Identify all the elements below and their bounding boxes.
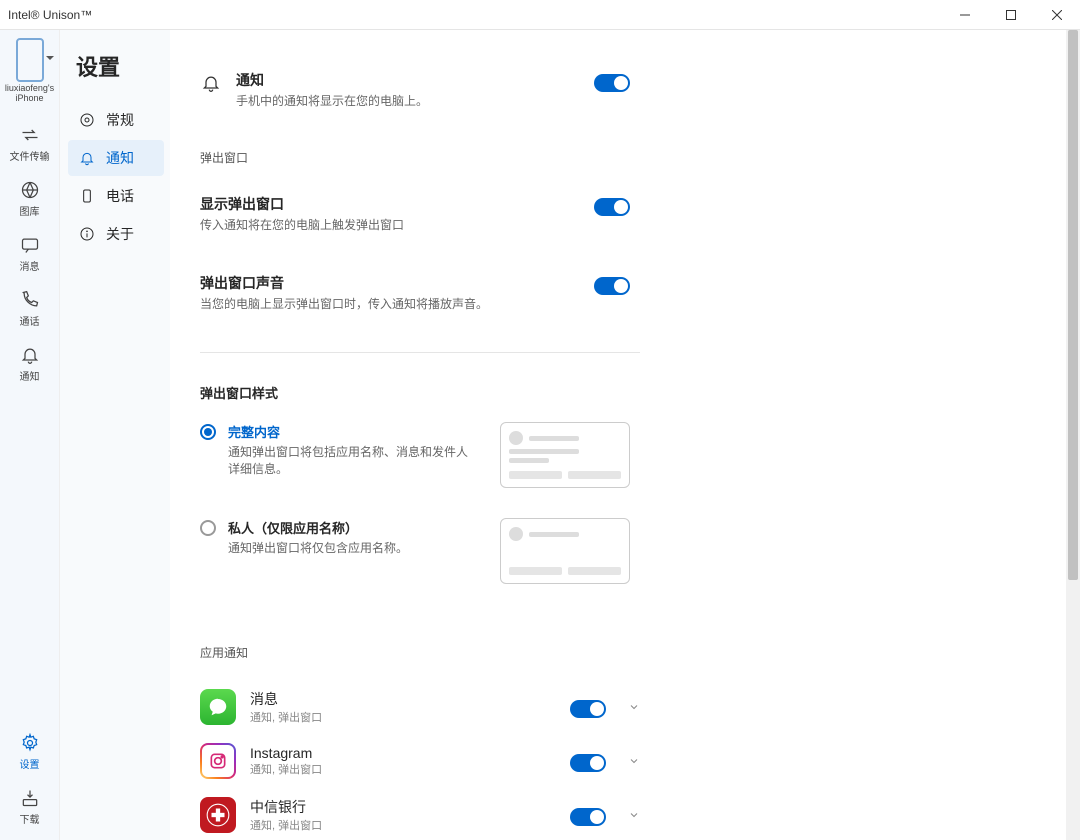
preview-private [500,518,630,584]
device-icon [78,187,96,205]
gear-icon [19,732,41,754]
radio-icon [200,520,216,536]
section-popup-style: 弹出窗口样式 [200,383,1080,402]
app-icon-citic [200,797,236,833]
close-button[interactable] [1034,0,1080,30]
setting-title: 通知 [236,70,580,90]
radio-desc: 通知弹出窗口将仅包含应用名称。 [228,539,468,556]
toggle-app-messages[interactable] [570,700,606,718]
content-pane: 通知 手机中的通知将显示在您的电脑上。 弹出窗口 显示弹出窗口 传入通知将在您的… [170,30,1080,840]
sub-item-label: 通知 [106,148,134,168]
bell-icon [19,344,41,366]
section-popup: 弹出窗口 [200,149,1080,166]
sub-item-label: 常规 [106,110,134,130]
sidebar-item-label: 通话 [20,313,40,328]
radio-desc: 通知弹出窗口将包括应用名称、消息和发件人详细信息。 [228,443,468,477]
sub-item-phone[interactable]: 电话 [68,178,164,214]
toggle-show-popup[interactable] [594,198,630,216]
app-name: 消息 [250,689,556,709]
aperture-icon [19,179,41,201]
scrollbar-vertical[interactable] [1066,30,1080,840]
sub-item-notifications[interactable]: 通知 [68,140,164,176]
setting-desc: 手机中的通知将显示在您的电脑上。 [236,92,580,109]
message-icon [19,234,41,256]
phone-call-icon [19,289,41,311]
app-row-instagram: Instagram 通知, 弹出窗口 [200,743,640,779]
page-title: 设置 [76,50,170,82]
device-label: liuxiaofeng's iPhone [0,84,59,104]
setting-title: 弹出窗口声音 [200,273,580,293]
window-title: Intel® Unison™ [8,8,92,22]
sidebar-secondary: 设置 常规 通知 电话 关于 [60,30,170,840]
sidebar-item-label: 图库 [20,203,40,218]
setting-notifications: 通知 手机中的通知将显示在您的电脑上。 [200,70,630,109]
sidebar-item-label: 下载 [20,811,40,826]
bell-icon [78,149,96,167]
sub-item-label: 关于 [106,224,134,244]
sidebar-item-settings[interactable]: 设置 [0,726,59,777]
sub-item-label: 电话 [106,186,134,206]
download-icon [19,787,41,809]
sidebar-item-gallery[interactable]: 图库 [0,173,59,224]
sub-item-about[interactable]: 关于 [68,216,164,252]
app-desc: 通知, 弹出窗口 [250,817,556,833]
phone-icon [16,38,44,82]
divider [200,352,640,353]
sidebar-item-file-transfer[interactable]: 文件传输 [0,118,59,169]
radio-icon [200,424,216,440]
setting-popup-sound: 弹出窗口声音 当您的电脑上显示弹出窗口时，传入通知将播放声音。 [200,273,630,312]
sidebar-item-messages[interactable]: 消息 [0,228,59,279]
sidebar-item-label: 通知 [20,368,40,383]
sidebar-item-label: 设置 [20,756,40,771]
sidebar-item-label: 消息 [20,258,40,273]
device-selector[interactable]: liuxiaofeng's iPhone [0,38,59,114]
app-name: Instagram [250,745,556,761]
app-name: 中信银行 [250,797,556,817]
minimize-button[interactable] [942,0,988,30]
toggle-popup-sound[interactable] [594,277,630,295]
transfer-icon [19,124,41,146]
radio-full-content[interactable]: 完整内容 通知弹出窗口将包括应用名称、消息和发件人详细信息。 [200,422,1080,488]
sub-item-general[interactable]: 常规 [68,102,164,138]
toggle-app-citic[interactable] [570,808,606,826]
app-row-citic: 中信银行 通知, 弹出窗口 [200,797,640,833]
radio-title: 完整内容 [228,422,468,441]
toggle-notifications[interactable] [594,74,630,92]
chevron-down-icon[interactable] [628,701,640,713]
app-desc: 通知, 弹出窗口 [250,709,556,725]
gear-icon [78,111,96,129]
maximize-button[interactable] [988,0,1034,30]
sidebar-item-notifications[interactable]: 通知 [0,338,59,389]
toggle-app-instagram[interactable] [570,754,606,772]
app-row-messages: 消息 通知, 弹出窗口 [200,689,640,725]
setting-desc: 当您的电脑上显示弹出窗口时，传入通知将播放声音。 [200,295,580,312]
scrollbar-thumb[interactable] [1068,30,1078,580]
chevron-down-icon[interactable] [628,809,640,821]
sidebar-primary: liuxiaofeng's iPhone 文件传输 图库 消息 通话 通知 设置 [0,30,60,840]
radio-title: 私人（仅限应用名称） [228,518,468,537]
info-icon [78,225,96,243]
app-desc: 通知, 弹出窗口 [250,761,556,777]
bell-icon [200,72,222,94]
setting-desc: 传入通知将在您的电脑上触发弹出窗口 [200,216,580,233]
window-controls [942,0,1080,30]
app-icon-instagram [200,743,236,779]
setting-title: 显示弹出窗口 [200,194,580,214]
chevron-down-icon[interactable] [628,755,640,767]
preview-full [500,422,630,488]
titlebar: Intel® Unison™ [0,0,1080,30]
setting-show-popup: 显示弹出窗口 传入通知将在您的电脑上触发弹出窗口 [200,194,630,233]
radio-private[interactable]: 私人（仅限应用名称） 通知弹出窗口将仅包含应用名称。 [200,518,1080,584]
section-app-notifications: 应用通知 [200,644,1080,661]
sidebar-item-calls[interactable]: 通话 [0,283,59,334]
sidebar-item-downloads[interactable]: 下载 [0,781,59,832]
sidebar-item-label: 文件传输 [10,148,50,163]
app-icon-messages [200,689,236,725]
